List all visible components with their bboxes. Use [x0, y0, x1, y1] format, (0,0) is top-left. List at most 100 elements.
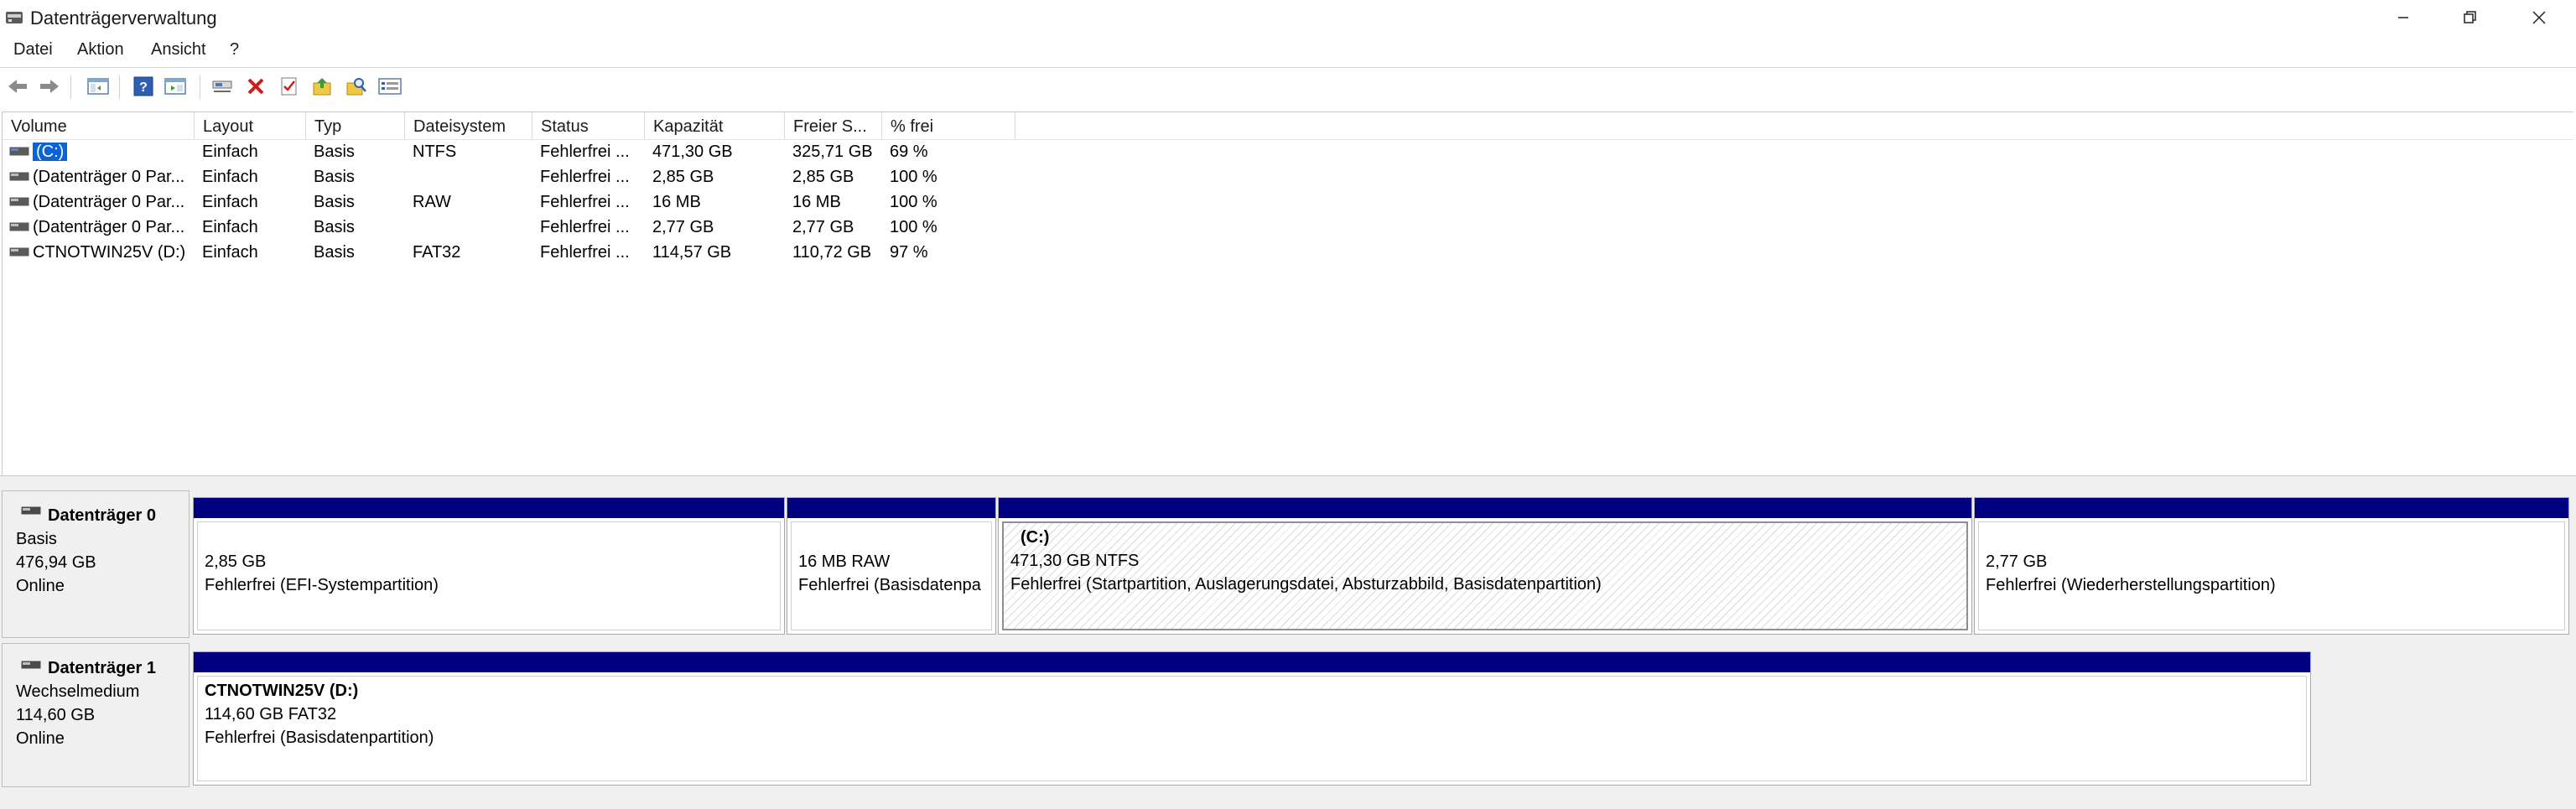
- close-button[interactable]: [2506, 0, 2573, 35]
- partition-recovery[interactable]: 2,77 GB Fehlerfrei (Wiederherstellungspa…: [1974, 497, 2569, 635]
- table-row[interactable]: (C:) Einfach Basis NTFS Fehlerfrei ... 4…: [3, 139, 1017, 164]
- cell-layout: Einfach: [202, 218, 258, 236]
- toolbar-separator: [70, 75, 71, 99]
- cell-typ: Basis: [314, 243, 355, 262]
- partition-efi[interactable]: 2,85 GB Fehlerfrei (EFI-Systempartition): [193, 497, 785, 635]
- partition-status: Fehlerfrei (Basisdatenpa: [798, 576, 981, 594]
- menu-ansicht[interactable]: Ansicht: [151, 40, 206, 60]
- cell-status: Fehlerfrei ...: [540, 143, 630, 161]
- forward-button[interactable]: [37, 74, 62, 99]
- disk-0-size: 476,94 GB: [16, 553, 96, 572]
- cell-volume: (Datenträger 0 Par...: [33, 218, 185, 236]
- partition-raw[interactable]: 16 MB RAW Fehlerfrei (Basisdatenpa: [787, 497, 996, 635]
- help-button[interactable]: ?: [131, 74, 156, 99]
- title-bar: Datenträgerverwaltung: [0, 0, 2576, 35]
- cell-kapazitaet: 16 MB: [652, 193, 701, 211]
- menu-help[interactable]: ?: [230, 40, 239, 60]
- partition-size: 2,85 GB: [205, 552, 267, 571]
- minimize-icon: [2398, 17, 2408, 18]
- cell-freier-speicher: 110,72 GB: [792, 243, 872, 262]
- cell-freier-speicher: 2,85 GB: [792, 168, 854, 186]
- menu-datei[interactable]: Datei: [13, 40, 53, 60]
- column-header-kapazitaet[interactable]: Kapazität: [645, 112, 785, 139]
- back-button[interactable]: [5, 74, 30, 99]
- partition-status: Fehlerfrei (EFI-Systempartition): [205, 576, 439, 594]
- check-icon: [281, 77, 297, 96]
- console-tree-button[interactable]: [86, 74, 111, 99]
- cell-typ: Basis: [314, 168, 355, 186]
- window-title: Datenträgerverwaltung: [30, 8, 217, 29]
- disk-0-type: Basis: [16, 530, 57, 548]
- cell-dateisystem: RAW: [413, 193, 451, 211]
- column-header-volume[interactable]: Volume: [3, 112, 195, 139]
- restore-icon: [2464, 11, 2476, 23]
- disk-0-label[interactable]: Datenträger 0 Basis 476,94 GB Online: [2, 490, 190, 638]
- volume-icon: [9, 172, 29, 181]
- settings-list-icon: [378, 78, 402, 95]
- properties-list-button[interactable]: [163, 74, 188, 99]
- table-row[interactable]: (Datenträger 0 Par... Einfach Basis Fehl…: [3, 215, 1017, 240]
- cell-prozent-frei: 97 %: [890, 243, 928, 262]
- cell-volume: (Datenträger 0 Par...: [33, 193, 185, 211]
- menu-bar: Datei Aktion Ansicht ?: [0, 35, 2576, 67]
- table-row[interactable]: CTNOTWIN25V (D:) Einfach Basis FAT32 Feh…: [3, 240, 1017, 265]
- column-header-freier-speicher[interactable]: Freier S...: [785, 112, 882, 139]
- list-header: Volume Layout Typ Dateisystem Status Kap…: [3, 112, 2573, 140]
- cell-freier-speicher: 2,77 GB: [792, 218, 854, 236]
- disk-1-type: Wechselmedium: [16, 682, 140, 701]
- toolbar-separator: [119, 75, 120, 99]
- cell-volume: (Datenträger 0 Par...: [33, 168, 185, 186]
- help-icon: ?: [133, 76, 153, 96]
- folder-up-button[interactable]: [310, 74, 335, 99]
- disk-icon: [21, 661, 41, 669]
- search-folder-icon: [346, 78, 366, 96]
- column-header-dateisystem[interactable]: Dateisystem: [405, 112, 532, 139]
- volume-icon: [9, 197, 29, 206]
- cell-volume: (C:): [33, 139, 68, 164]
- table-row[interactable]: (Datenträger 0 Par... Einfach Basis RAW …: [3, 189, 1017, 215]
- cell-prozent-frei: 100 %: [890, 168, 937, 186]
- column-header-prozent-frei[interactable]: % frei: [882, 112, 1015, 139]
- toolbar: ?: [0, 67, 2576, 108]
- cell-layout: Einfach: [202, 168, 258, 186]
- volume-icon: [9, 247, 29, 257]
- partition-bar: [1975, 498, 2568, 518]
- delete-button[interactable]: [243, 74, 268, 99]
- cell-typ: Basis: [314, 193, 355, 211]
- disk-0-state: Online: [16, 577, 65, 595]
- partition-size: 16 MB RAW: [798, 552, 891, 571]
- disk-icon: [21, 506, 41, 515]
- connect-icon: [212, 80, 232, 92]
- search-folder-button[interactable]: [344, 74, 369, 99]
- cell-prozent-frei: 100 %: [890, 193, 937, 211]
- disk-graphical-view: Datenträger 0 Basis 476,94 GB Online 2,8…: [0, 487, 2576, 809]
- partition-bar: [999, 498, 1971, 518]
- cell-status: Fehlerfrei ...: [540, 193, 630, 211]
- cell-kapazitaet: 471,30 GB: [652, 143, 733, 161]
- menu-aktion[interactable]: Aktion: [77, 40, 124, 60]
- partition-status: Fehlerfrei (Startpartition, Auslagerungs…: [1010, 575, 1602, 594]
- partition-d[interactable]: CTNOTWIN25V (D:) 114,60 GB FAT32 Fehlerf…: [193, 651, 2311, 786]
- partition-c[interactable]: (C:) 471,30 GB NTFS Fehlerfrei (Startpar…: [998, 497, 1972, 635]
- disk-1-label[interactable]: Datenträger 1 Wechselmedium 114,60 GB On…: [2, 643, 190, 787]
- partition-body: 16 MB RAW Fehlerfrei (Basisdatenpa: [791, 521, 992, 630]
- settings-list-button[interactable]: [377, 74, 402, 99]
- check-button[interactable]: [277, 74, 302, 99]
- column-header-typ[interactable]: Typ: [306, 112, 405, 139]
- partition-body-selected: (C:) 471,30 GB NTFS Fehlerfrei (Startpar…: [1002, 521, 1968, 630]
- connect-button[interactable]: [210, 74, 235, 99]
- back-icon: [8, 80, 27, 93]
- table-row[interactable]: (Datenträger 0 Par... Einfach Basis Fehl…: [3, 164, 1017, 189]
- cell-status: Fehlerfrei ...: [540, 218, 630, 236]
- cell-status: Fehlerfrei ...: [540, 168, 630, 186]
- partition-status: Fehlerfrei (Wiederherstellungspartition): [1986, 576, 2276, 594]
- column-header-status[interactable]: Status: [532, 112, 645, 139]
- restore-button[interactable]: [2437, 0, 2504, 35]
- forward-icon: [40, 80, 59, 93]
- volume-icon: [9, 222, 29, 231]
- folder-up-icon: [313, 78, 331, 96]
- cell-layout: Einfach: [202, 243, 258, 262]
- partition-bar: [787, 498, 995, 518]
- minimize-button[interactable]: [2370, 0, 2437, 35]
- column-header-layout[interactable]: Layout: [195, 112, 306, 139]
